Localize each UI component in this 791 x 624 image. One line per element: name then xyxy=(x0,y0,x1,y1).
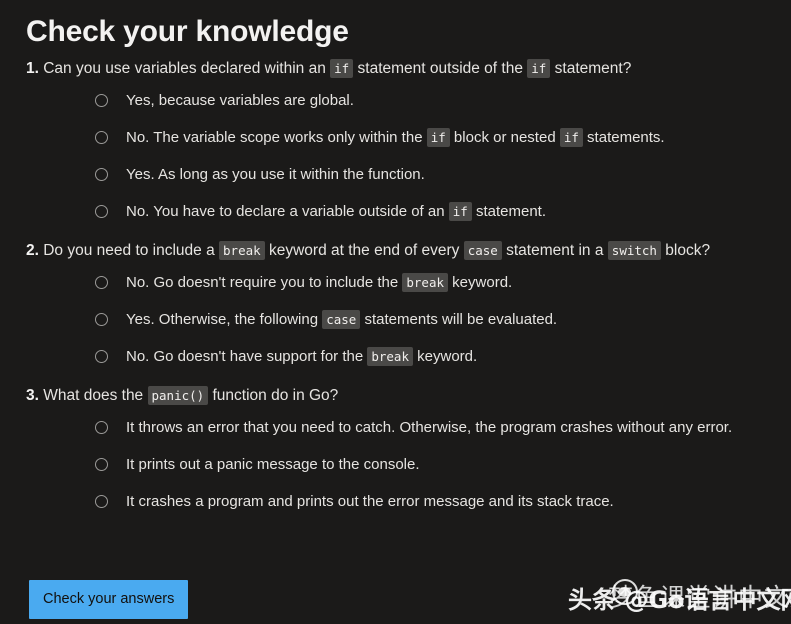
option-item[interactable]: It crashes a program and prints out the … xyxy=(0,491,791,516)
option-label: It prints out a panic message to the con… xyxy=(126,456,420,473)
radio-button-icon[interactable] xyxy=(95,276,108,289)
option-item[interactable]: No. The variable scope works only within… xyxy=(0,127,791,152)
question-block: 1. Can you use variables declared within… xyxy=(0,58,791,226)
radio-button-icon[interactable] xyxy=(95,313,108,326)
question-text: 2. Do you need to include a break keywor… xyxy=(26,241,711,260)
watermark-secondary: 梦鱼课堂讲中文网 xyxy=(608,583,791,612)
option-code-chip: if xyxy=(559,128,583,147)
option-code-chip: break xyxy=(367,347,413,366)
question-code-chip: case xyxy=(463,241,502,260)
radio-button-icon[interactable] xyxy=(95,131,108,144)
option-item[interactable]: No. Go doesn't require you to include th… xyxy=(0,272,791,297)
page-title: Check your knowledge xyxy=(26,15,349,49)
watermark-primary: 头条 @Go语言中文网 xyxy=(568,586,791,614)
option-item[interactable]: Yes. Otherwise, the following case state… xyxy=(0,309,791,334)
question-number: 2. xyxy=(26,242,44,259)
option-label: No. The variable scope works only within… xyxy=(126,128,665,147)
option-label: No. You have to declare a variable outsi… xyxy=(126,202,546,221)
watermark-logo-icon xyxy=(612,579,638,605)
quiz-container: 1. Can you use variables declared within… xyxy=(0,58,791,530)
question-text: 1. Can you use variables declared within… xyxy=(26,59,632,78)
radio-button-icon[interactable] xyxy=(95,205,108,218)
radio-button-icon[interactable] xyxy=(95,350,108,363)
option-list: It throws an error that you need to catc… xyxy=(0,417,791,516)
option-item[interactable]: Yes, because variables are global. xyxy=(0,90,791,115)
option-label: Yes, because variables are global. xyxy=(126,92,354,109)
question-block: 2. Do you need to include a break keywor… xyxy=(0,240,791,371)
question-code-chip: panic() xyxy=(147,386,209,405)
option-code-chip: if xyxy=(426,128,450,147)
option-label: It throws an error that you need to catc… xyxy=(126,419,733,436)
question-number: 1. xyxy=(26,60,44,77)
option-item[interactable]: No. Go doesn't have support for the brea… xyxy=(0,346,791,371)
option-item[interactable]: It throws an error that you need to catc… xyxy=(0,417,791,442)
option-code-chip: if xyxy=(448,202,472,221)
option-label: Yes. Otherwise, the following case state… xyxy=(126,310,558,329)
radio-button-icon[interactable] xyxy=(95,168,108,181)
option-list: Yes, because variables are global. No. Th… xyxy=(0,90,791,226)
radio-button-icon[interactable] xyxy=(95,94,108,107)
question-code-chip: if xyxy=(330,59,354,78)
radio-button-icon[interactable] xyxy=(95,495,108,508)
radio-button-icon[interactable] xyxy=(95,458,108,471)
option-label: Yes. As long as you use it within the fu… xyxy=(126,166,425,183)
option-list: No. Go doesn't require you to include th… xyxy=(0,272,791,371)
radio-button-icon[interactable] xyxy=(95,421,108,434)
question-code-chip: switch xyxy=(607,241,661,260)
check-your-knowledge-page: Check your knowledge 1. Can you use vari… xyxy=(0,0,791,624)
question-block: 3. What does the panic() function do in … xyxy=(0,385,791,516)
question-text: 3. What does the panic() function do in … xyxy=(26,386,339,405)
option-item[interactable]: No. You have to declare a variable outsi… xyxy=(0,201,791,226)
option-label: No. Go doesn't have support for the brea… xyxy=(126,347,478,366)
option-item[interactable]: It prints out a panic message to the con… xyxy=(0,454,791,479)
question-number: 3. xyxy=(26,387,44,404)
check-your-answers-button[interactable]: Check your answers xyxy=(29,580,189,619)
option-item[interactable]: Yes. As long as you use it within the fu… xyxy=(0,164,791,189)
option-label: It crashes a program and prints out the … xyxy=(126,493,614,510)
question-code-chip: break xyxy=(219,241,265,260)
option-code-chip: break xyxy=(402,273,449,292)
question-code-chip: if xyxy=(527,59,551,78)
option-label: No. Go doesn't require you to include th… xyxy=(126,273,513,292)
option-code-chip: case xyxy=(322,310,361,329)
